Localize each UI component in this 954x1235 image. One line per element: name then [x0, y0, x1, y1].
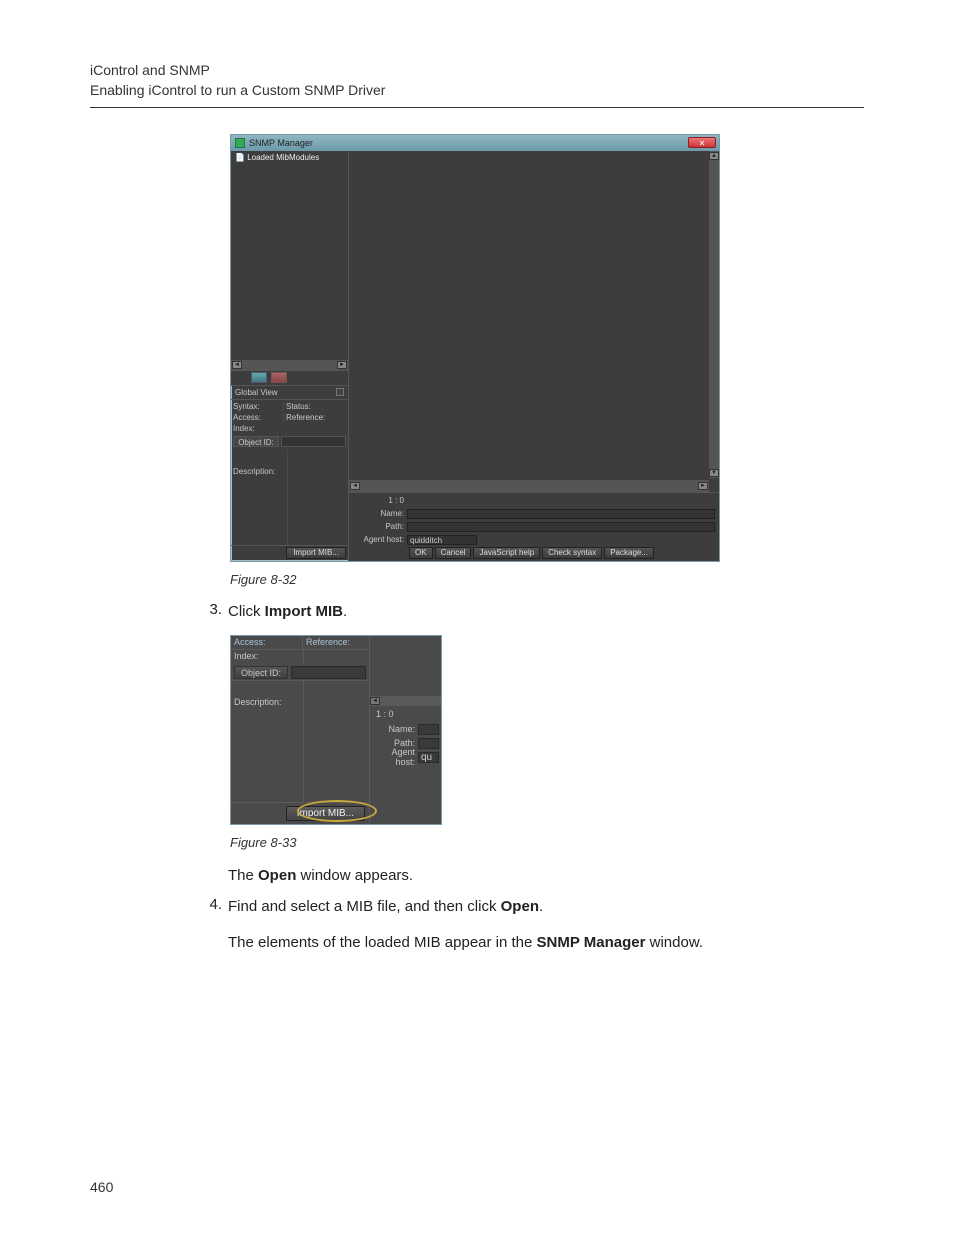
reference-label: Reference: [303, 636, 369, 649]
object-id-button[interactable]: Object ID: [234, 666, 288, 679]
import-mib-button[interactable]: Import MIB... [286, 806, 365, 821]
left-pane: 📄 Loaded MibModules ◄ ► Global View Synt… [231, 151, 349, 561]
code-editor[interactable]: ▲ ▼ ◄ ► [349, 151, 719, 492]
tab-2[interactable] [271, 372, 287, 383]
global-view-header[interactable]: Global View [231, 385, 348, 400]
description-label: Description: [231, 681, 303, 802]
tree-h-scrollbar[interactable]: ◄ ► [231, 360, 348, 370]
right-pane: ▲ ▼ ◄ ► 1 : 0 Name: Path: Agent host:qui… [349, 151, 719, 561]
cancel-button[interactable]: Cancel [435, 547, 472, 559]
index-label: Index: [231, 424, 283, 433]
ok-button[interactable]: OK [409, 547, 433, 559]
scroll-left-icon[interactable]: ◄ [370, 697, 380, 705]
editor-crop: ◄ [370, 636, 441, 706]
step-3-result: The Open window appears. [228, 864, 864, 888]
window-titlebar: SNMP Manager ✕ [231, 135, 719, 151]
tree-tabs [231, 371, 348, 385]
name-label: Name: [370, 724, 418, 734]
app-icon [235, 138, 245, 148]
reference-label: Reference: [283, 413, 343, 422]
tab-1[interactable] [251, 372, 267, 383]
figure-8-32: SNMP Manager ✕ 📄 Loaded MibModules ◄ ► G… [230, 134, 864, 587]
check-syntax-button[interactable]: Check syntax [542, 547, 602, 559]
description-field[interactable] [303, 681, 369, 802]
tree-root-label: 📄 Loaded MibModules [235, 153, 319, 162]
syntax-label: Syntax: [231, 402, 283, 411]
object-id-field[interactable] [291, 666, 366, 679]
scroll-right-icon[interactable]: ► [337, 361, 347, 369]
object-id-field[interactable] [281, 436, 346, 447]
header-rule [90, 107, 864, 108]
path-field[interactable] [407, 522, 715, 532]
import-mib-crop: Access: Reference: Index: Object ID: Des… [230, 635, 442, 825]
cursor-pos: 1 : 0 [353, 496, 407, 505]
name-field[interactable] [407, 509, 715, 519]
status-label: Status: [283, 402, 343, 411]
path-label: Path: [353, 522, 407, 531]
agent-host-field[interactable]: qu [418, 752, 439, 763]
scroll-right-icon[interactable]: ► [698, 482, 708, 490]
object-id-button[interactable]: Object ID: [233, 436, 279, 447]
window-title: SNMP Manager [249, 138, 313, 148]
figure-8-33-caption: Figure 8-33 [230, 835, 864, 850]
header-line-2: Enabling iControl to run a Custom SNMP D… [90, 80, 864, 100]
figure-8-32-caption: Figure 8-32 [230, 572, 864, 587]
scroll-left-icon[interactable]: ◄ [350, 482, 360, 490]
step-4-result: The elements of the loaded MIB appear in… [228, 931, 864, 955]
scroll-up-icon[interactable]: ▲ [709, 152, 719, 160]
package-button[interactable]: Package... [604, 547, 654, 559]
index-label: Index: [231, 650, 303, 664]
scroll-down-icon[interactable]: ▼ [709, 469, 719, 477]
close-button[interactable]: ✕ [688, 137, 716, 148]
agent-host-label: Agent host: [370, 747, 418, 767]
editor-v-scrollbar[interactable]: ▲ ▼ [709, 151, 719, 478]
bottom-form: 1 : 0 Name: Path: Agent host:quidditch O… [349, 492, 719, 561]
page-number: 460 [90, 1179, 113, 1195]
path-field[interactable] [418, 738, 439, 749]
agent-host-label: Agent host: [353, 535, 407, 544]
page-header: iControl and SNMP Enabling iControl to r… [90, 60, 864, 101]
name-field[interactable] [418, 724, 439, 735]
figure-8-33: Access: Reference: Index: Object ID: Des… [230, 635, 864, 850]
agent-host-field[interactable]: quidditch [407, 535, 477, 545]
line-gutter [349, 151, 357, 478]
step-4-number: 4. [200, 896, 222, 919]
step-3-number: 3. [200, 601, 222, 624]
import-mib-button[interactable]: Import MIB... [286, 547, 346, 559]
property-grid: Syntax:Status: Access:Reference: Index: [231, 400, 348, 435]
description-field[interactable] [287, 449, 348, 545]
access-label: Access: [231, 413, 283, 422]
global-view-toggle[interactable] [336, 388, 344, 396]
cursor-pos: 1 : 0 [370, 706, 441, 722]
description-label: Description: [231, 449, 287, 545]
global-view-label: Global View [235, 388, 278, 397]
step-4: 4. Find and select a MIB file, and then … [200, 896, 864, 919]
name-label: Name: [353, 509, 407, 518]
access-label: Access: [231, 636, 303, 649]
step-3: 3. Click Import MIB. [200, 601, 864, 624]
snmp-manager-window: SNMP Manager ✕ 📄 Loaded MibModules ◄ ► G… [230, 134, 720, 562]
javascript-help-button[interactable]: JavaScript help [473, 547, 540, 559]
editor-h-scrollbar[interactable]: ◄ ► [349, 480, 709, 492]
editor-h-scrollbar[interactable]: ◄ [370, 696, 441, 706]
mib-tree[interactable]: 📄 Loaded MibModules ◄ ► [231, 151, 348, 371]
scroll-left-icon[interactable]: ◄ [232, 361, 242, 369]
header-line-1: iControl and SNMP [90, 60, 864, 80]
